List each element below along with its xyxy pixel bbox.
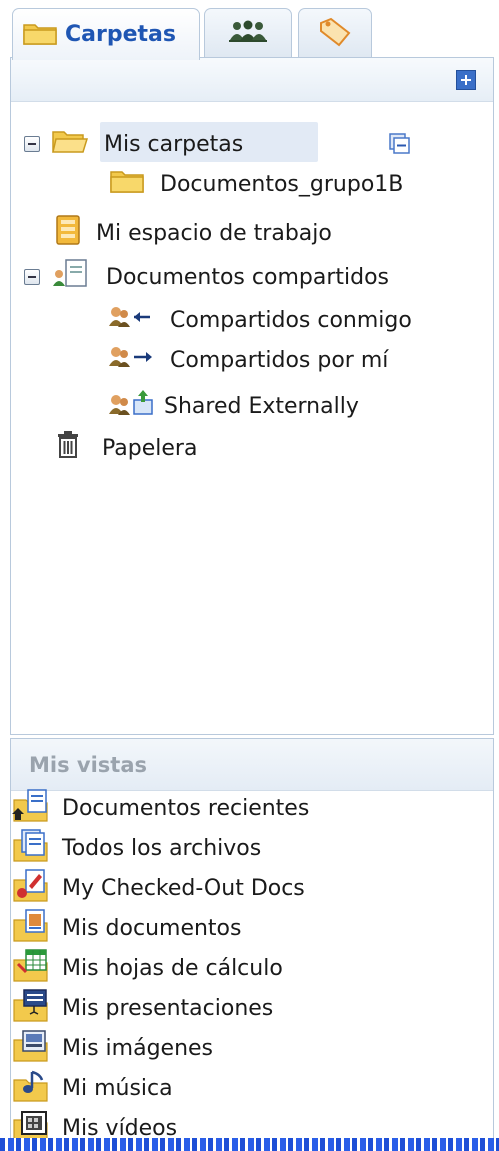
status-strip bbox=[0, 1138, 499, 1151]
tree-label-mi-espacio: Mi espacio de trabajo bbox=[96, 220, 332, 246]
view-item-presentaciones[interactable]: Mis presentaciones bbox=[12, 988, 273, 1028]
my-documents-icon bbox=[12, 908, 50, 948]
open-folder-icon bbox=[52, 128, 89, 160]
tab-carpetas[interactable]: Carpetas bbox=[12, 8, 200, 60]
tree-item-papelera[interactable]: Papelera bbox=[54, 430, 197, 466]
folder-icon bbox=[110, 168, 146, 200]
view-label: My Checked-Out Docs bbox=[62, 875, 305, 901]
view-item-documentos-recientes[interactable]: Documentos recientes bbox=[12, 788, 309, 828]
tree-item-compartidos-por-mi[interactable]: Compartidos por mí bbox=[108, 344, 388, 376]
tree-label-documentos-grupo: Documentos_grupo1B bbox=[160, 171, 404, 197]
view-label: Mis documentos bbox=[62, 915, 242, 941]
collapse-toggle-icon[interactable] bbox=[24, 269, 40, 285]
shared-with-me-icon bbox=[108, 304, 154, 336]
tree-label-mis-carpetas: Mis carpetas bbox=[104, 131, 244, 157]
tree-item-shared-externally[interactable]: Shared Externally bbox=[108, 388, 359, 424]
view-label: Mis vídeos bbox=[62, 1115, 178, 1141]
tree-label-shared-externally: Shared Externally bbox=[164, 393, 359, 419]
tree-item-mis-carpetas[interactable]: Mis carpetas bbox=[24, 128, 243, 160]
folders-toolbar bbox=[11, 58, 493, 102]
tree-label-papelera: Papelera bbox=[102, 435, 198, 461]
collapse-all-button[interactable] bbox=[388, 132, 412, 156]
expand-all-button[interactable] bbox=[456, 70, 476, 90]
view-label: Mi música bbox=[62, 1075, 173, 1101]
view-label: Mis hojas de cálculo bbox=[62, 955, 283, 981]
tree-item-compartidos-conmigo[interactable]: Compartidos conmigo bbox=[108, 304, 412, 336]
tab-tags[interactable] bbox=[298, 8, 372, 58]
plus-icon bbox=[461, 75, 471, 85]
views-header: Mis vistas bbox=[11, 739, 493, 791]
collapse-all-icon bbox=[389, 133, 410, 154]
music-icon bbox=[12, 1068, 50, 1108]
workspace-icon bbox=[54, 214, 84, 252]
tree-item-documentos-grupo[interactable]: Documentos_grupo1B bbox=[110, 168, 403, 200]
view-item-mis-documentos[interactable]: Mis documentos bbox=[12, 908, 241, 948]
view-item-todos-los-archivos[interactable]: Todos los archivos bbox=[12, 828, 261, 868]
tab-bar: Carpetas bbox=[0, 0, 499, 60]
shared-externally-icon bbox=[108, 388, 156, 424]
view-label: Documentos recientes bbox=[62, 795, 310, 821]
tree-label-compartidos-conmigo: Compartidos conmigo bbox=[170, 307, 412, 333]
tag-icon bbox=[317, 17, 353, 51]
collapse-toggle-icon[interactable] bbox=[24, 136, 40, 152]
spreadsheet-icon bbox=[12, 948, 50, 988]
view-item-checked-out[interactable]: My Checked-Out Docs bbox=[12, 868, 305, 908]
tree-label-compartidos-por-mi: Compartidos por mí bbox=[170, 347, 389, 373]
shared-documents-icon bbox=[52, 258, 94, 296]
view-label: Mis presentaciones bbox=[62, 995, 274, 1021]
trash-icon bbox=[54, 430, 82, 466]
tree-item-documentos-compartidos[interactable]: Documentos compartidos bbox=[24, 258, 389, 296]
image-icon bbox=[12, 1028, 50, 1068]
presentation-icon bbox=[12, 988, 50, 1028]
tab-groups[interactable] bbox=[204, 8, 292, 58]
view-label: Mis imágenes bbox=[62, 1035, 214, 1061]
view-item-musica[interactable]: Mi música bbox=[12, 1068, 173, 1108]
users-icon bbox=[227, 20, 269, 48]
all-files-icon bbox=[12, 828, 50, 868]
tree-label-documentos-compartidos: Documentos compartidos bbox=[106, 264, 389, 290]
view-label: Todos los archivos bbox=[62, 835, 262, 861]
recent-docs-icon bbox=[12, 788, 50, 828]
tree-item-mi-espacio[interactable]: Mi espacio de trabajo bbox=[54, 214, 332, 252]
view-item-imagenes[interactable]: Mis imágenes bbox=[12, 1028, 213, 1068]
shared-by-me-icon bbox=[108, 344, 154, 376]
folder-icon bbox=[23, 20, 59, 50]
checked-out-icon bbox=[12, 868, 50, 908]
tab-carpetas-label: Carpetas bbox=[65, 22, 176, 47]
view-item-hojas-de-calculo[interactable]: Mis hojas de cálculo bbox=[12, 948, 283, 988]
